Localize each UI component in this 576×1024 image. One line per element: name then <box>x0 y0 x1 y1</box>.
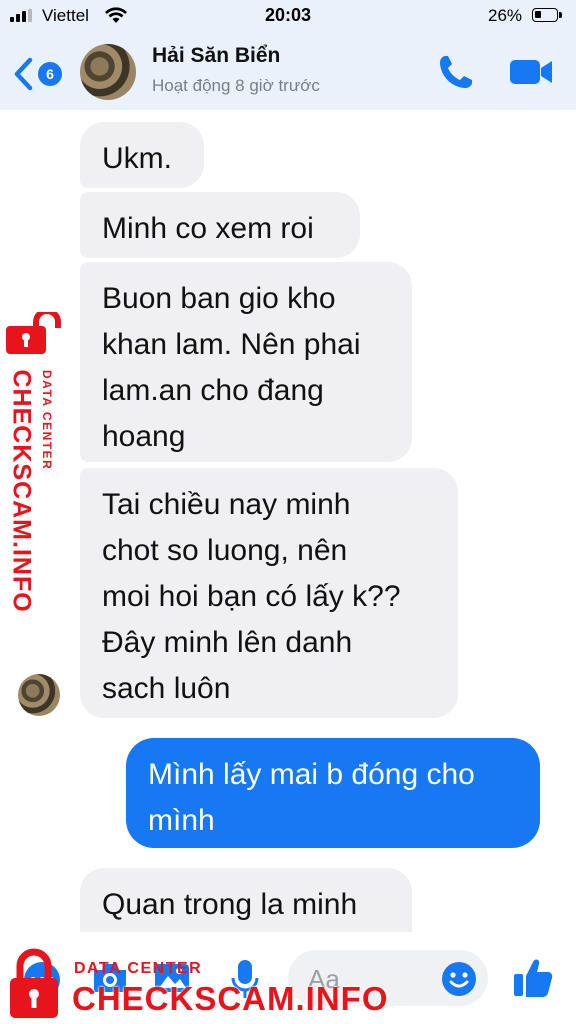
message-text: mình <box>148 804 215 837</box>
watermark-brand: CHECKSCAM.INFO <box>7 369 36 613</box>
unread-count-badge: 6 <box>38 62 62 86</box>
message-text: Minh co xem roi <box>102 212 314 245</box>
message-text: lam.an cho đang <box>102 374 324 407</box>
lock-logo-icon <box>10 948 58 1018</box>
thumbs-up-icon[interactable] <box>512 956 554 1000</box>
back-button[interactable]: 6 <box>12 56 66 92</box>
contact-avatar[interactable] <box>80 44 136 100</box>
message-text: Ukm. <box>102 142 172 175</box>
emoji-icon[interactable] <box>440 960 478 998</box>
message-text: Buon ban gio kho <box>102 282 336 315</box>
message-bubble-incoming[interactable]: Ukm. <box>80 122 204 188</box>
message-text: moi hoi bạn có lấy k?? <box>102 580 401 613</box>
battery-percent: 26% <box>488 6 523 25</box>
message-text: Đây minh lên danh <box>102 626 353 659</box>
message-bubble-incoming[interactable]: Minh co xem roi <box>80 192 360 258</box>
contact-status: Hoạt động 8 giờ trước <box>152 76 320 95</box>
phone-icon[interactable] <box>436 52 476 92</box>
status-bar: Viettel 20:03 26% <box>0 0 576 32</box>
message-text: Mình lấy mai b đóng cho <box>148 758 475 791</box>
contact-name[interactable]: Hải Săn Biển <box>152 44 280 68</box>
watermark-bottom: DATA CENTER CHECKSCAM.INFO <box>6 946 388 1024</box>
lock-logo-icon <box>6 312 61 354</box>
sender-avatar[interactable] <box>18 674 60 716</box>
message-bubble-incoming[interactable]: Tai chiều nay minh chot so luong, nên mo… <box>80 468 458 718</box>
message-text: hoang <box>102 420 186 453</box>
battery-icon <box>532 8 562 22</box>
message-text: Quan trong la minh <box>102 888 358 921</box>
message-text: Tai chiều nay minh <box>102 488 351 521</box>
watermark-subtitle: DATA CENTER <box>40 370 54 471</box>
message-text: khan lam. Nên phai <box>102 328 361 361</box>
watermark-side: DATA CENTER CHECKSCAM.INFO <box>4 312 64 613</box>
message-text: sach luôn <box>102 672 231 705</box>
message-bubble-incoming[interactable]: Buon ban gio kho khan lam. Nên phai lam.… <box>80 262 412 462</box>
video-camera-icon[interactable] <box>508 54 554 90</box>
message-bubble-outgoing[interactable]: Mình lấy mai b đóng cho mình <box>126 738 540 848</box>
back-chevron-icon <box>14 57 33 91</box>
conversation-header: 6 Hải Săn Biển Hoạt động 8 giờ trước <box>0 32 576 110</box>
message-text: chot so luong, nên <box>102 534 348 567</box>
watermark-subtitle: DATA CENTER <box>74 960 203 977</box>
watermark-brand: CHECKSCAM.INFO <box>72 980 389 1017</box>
